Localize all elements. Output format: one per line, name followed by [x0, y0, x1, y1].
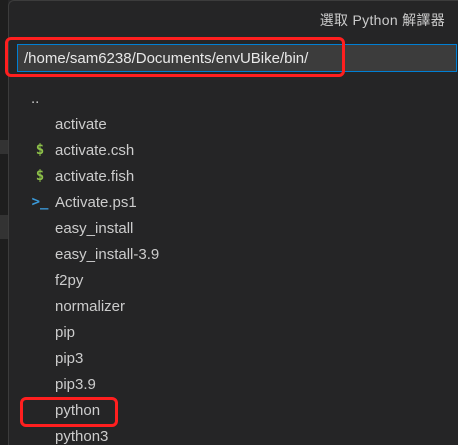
list-item[interactable]: activate [17, 111, 458, 137]
window: 選取 Python 解譯器 .. activate $ activate.csh… [0, 0, 458, 445]
file-name: pip3 [55, 349, 84, 367]
file-lines-icon [35, 428, 45, 445]
file-name: activate.csh [55, 141, 135, 159]
shell-dollar-icon: $ [35, 142, 45, 158]
powershell-icon: >_ [31, 194, 49, 210]
file-name: normalizer [55, 297, 126, 315]
file-name: activate [55, 115, 107, 133]
file-name: python [55, 401, 101, 419]
file-name: easy_install [55, 219, 134, 237]
file-list: .. activate $ activate.csh $ activate.fi… [17, 85, 458, 445]
list-item-python[interactable]: python [17, 397, 458, 423]
file-lines-icon [35, 116, 45, 133]
file-name: Activate.ps1 [55, 193, 137, 211]
editor-gutter [0, 0, 8, 445]
list-item[interactable]: f2py [17, 267, 458, 293]
dialog-title: 選取 Python 解譯器 [319, 12, 445, 28]
file-name: pip [55, 323, 76, 341]
file-name: f2py [55, 271, 84, 289]
parent-dir-label: .. [31, 89, 40, 107]
quick-pick-panel: 選取 Python 解譯器 .. activate $ activate.csh… [8, 0, 458, 445]
list-item[interactable]: pip3.9 [17, 371, 458, 397]
list-item[interactable]: $ activate.csh [17, 137, 458, 163]
list-item[interactable]: easy_install-3.9 [17, 241, 458, 267]
file-lines-icon [35, 350, 45, 367]
list-item-parent-dir[interactable]: .. [17, 85, 458, 111]
file-lines-icon [35, 272, 45, 289]
list-item[interactable]: pip [17, 319, 458, 345]
path-input-wrap [13, 41, 458, 75]
file-name: easy_install-3.9 [55, 245, 160, 263]
file-lines-icon [35, 298, 45, 315]
file-lines-icon [35, 220, 45, 237]
list-item[interactable]: $ activate.fish [17, 163, 458, 189]
file-lines-icon [35, 402, 45, 419]
shell-dollar-icon: $ [35, 168, 45, 184]
list-item[interactable]: >_ Activate.ps1 [17, 189, 458, 215]
list-item[interactable]: pip3 [17, 345, 458, 371]
file-name: pip3.9 [55, 375, 96, 393]
file-lines-icon [35, 324, 45, 341]
file-name: python3 [55, 427, 109, 445]
file-lines-icon [35, 246, 45, 263]
path-input[interactable] [17, 44, 457, 72]
file-lines-icon [35, 376, 45, 393]
list-item[interactable]: easy_install [17, 215, 458, 241]
list-item[interactable]: python3 [17, 423, 458, 445]
file-name: activate.fish [55, 167, 135, 185]
list-item[interactable]: normalizer [17, 293, 458, 319]
